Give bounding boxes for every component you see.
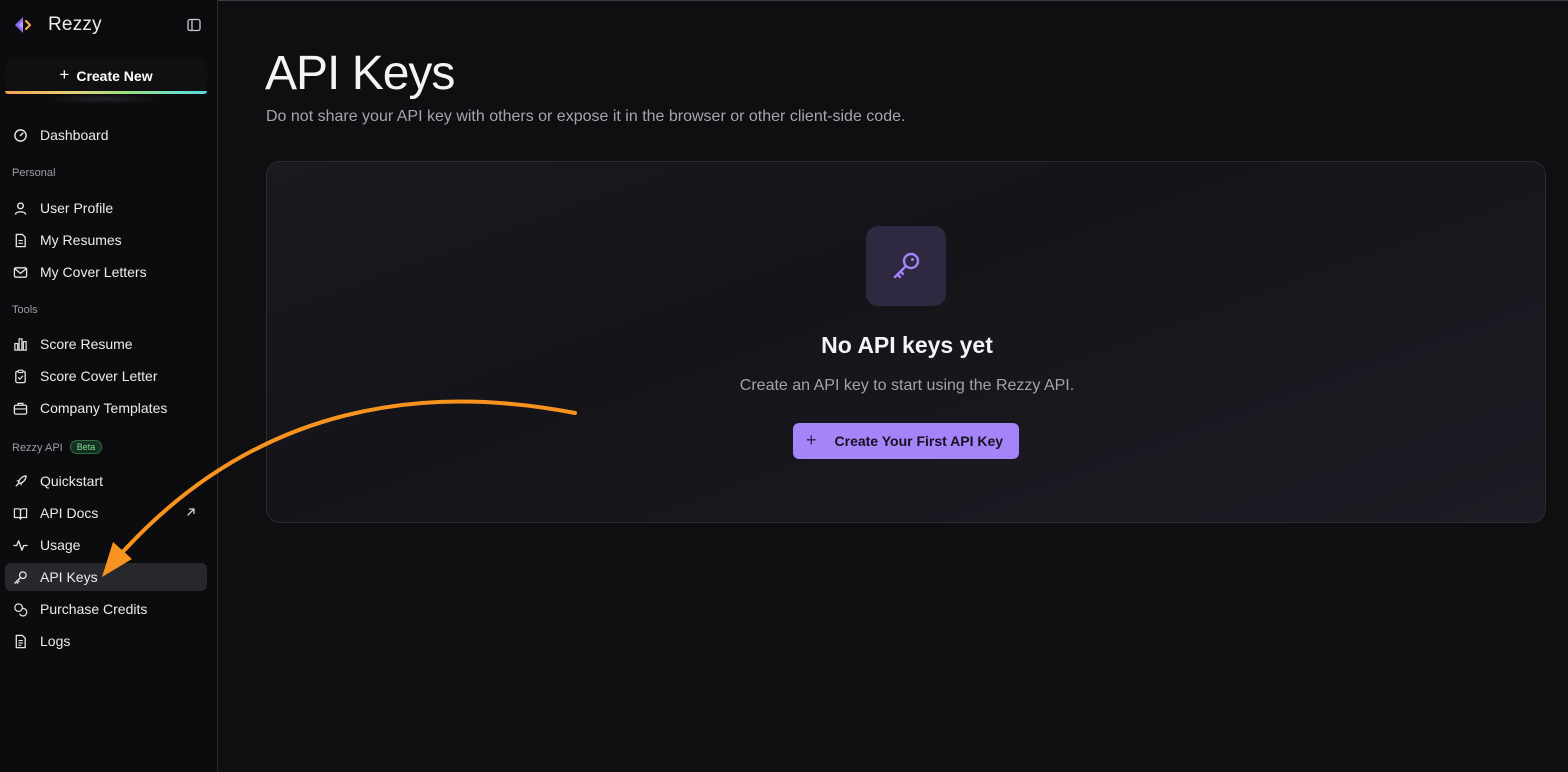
user-icon xyxy=(12,200,28,216)
sidebar-item-score-cover-letter[interactable]: Score Cover Letter xyxy=(5,362,207,390)
sidebar-item-usage[interactable]: Usage xyxy=(5,531,207,559)
page-subtitle: Do not share your API key with others or… xyxy=(266,108,906,125)
key-icon xyxy=(12,569,28,585)
sidebar-item-label: Score Cover Letter xyxy=(40,368,158,384)
sidebar-item-label: API Docs xyxy=(40,505,99,521)
sidebar-item-my-resumes[interactable]: My Resumes xyxy=(5,226,207,254)
file-text-icon xyxy=(12,633,28,649)
mail-icon xyxy=(12,264,28,280)
coins-icon xyxy=(12,601,28,617)
beta-badge: Beta xyxy=(69,440,103,454)
rezzy-logo-icon xyxy=(15,17,32,33)
activity-icon xyxy=(12,537,28,553)
sidebar-item-label: Quickstart xyxy=(40,473,104,489)
sidebar-item-label: Dashboard xyxy=(40,127,109,143)
empty-state-card: No API keys yet Create an API key to sta… xyxy=(266,161,1546,523)
brand-name: Rezzy xyxy=(48,14,102,35)
book-icon xyxy=(12,505,28,521)
sidebar-item-label: Purchase Credits xyxy=(40,601,148,617)
section-label-tools: Tools xyxy=(12,304,38,316)
sidebar-item-user-profile[interactable]: User Profile xyxy=(5,194,207,222)
sidebar-item-my-cover-letters[interactable]: My Cover Letters xyxy=(5,258,207,286)
sidebar-item-purchase-credits[interactable]: Purchase Credits xyxy=(5,595,207,623)
key-icon xyxy=(893,252,920,279)
sidebar-item-api-keys[interactable]: API Keys xyxy=(5,563,207,591)
empty-state-title: No API keys yet xyxy=(821,332,993,358)
sidebar-item-label: Usage xyxy=(40,537,81,553)
clipboard-icon xyxy=(12,368,28,384)
document-icon xyxy=(12,232,28,248)
plus-icon: + xyxy=(806,429,817,450)
bar-chart-icon xyxy=(12,336,28,352)
page-title: API Keys xyxy=(265,47,455,100)
empty-state-icon-tile xyxy=(866,226,946,306)
sidebar-item-label: Score Resume xyxy=(40,336,133,352)
sidebar-item-dashboard[interactable]: Dashboard xyxy=(5,121,207,149)
create-new-label: Create New xyxy=(76,67,153,84)
window-top-border xyxy=(0,0,1568,1)
empty-state-description: Create an API key to start using the Rez… xyxy=(739,377,1075,394)
rocket-icon xyxy=(12,473,28,489)
brand[interactable]: Rezzy xyxy=(12,12,102,38)
plus-icon: + xyxy=(59,64,70,84)
sidebar-item-label: API Keys xyxy=(40,569,98,585)
sidebar-item-company-templates[interactable]: Company Templates xyxy=(5,394,207,422)
create-new-button[interactable]: + Create New xyxy=(5,58,207,94)
sidebar-toggle-icon[interactable] xyxy=(187,18,201,32)
sidebar-item-label: My Resumes xyxy=(40,232,122,248)
gauge-icon xyxy=(12,127,28,143)
create-new-glow xyxy=(45,94,165,104)
sidebar-item-logs[interactable]: Logs xyxy=(5,627,207,655)
section-label-text: Rezzy API xyxy=(12,442,63,454)
section-label-personal: Personal xyxy=(12,167,56,179)
sidebar-item-label: My Cover Letters xyxy=(40,264,147,280)
sidebar: Rezzy + Create New Dashboard Personal Us… xyxy=(0,0,218,772)
sidebar-item-label: Logs xyxy=(40,633,71,649)
sidebar-item-quickstart[interactable]: Quickstart xyxy=(5,467,207,495)
create-first-api-key-button[interactable]: + Create Your First API Key xyxy=(793,423,1019,459)
create-first-api-key-label: Create Your First API Key xyxy=(834,433,1004,449)
external-link-icon xyxy=(187,508,195,516)
sidebar-item-label: Company Templates xyxy=(40,400,168,416)
briefcase-icon xyxy=(12,400,28,416)
sidebar-item-api-docs[interactable]: API Docs xyxy=(5,499,207,527)
sidebar-item-label: User Profile xyxy=(40,200,114,216)
sidebar-item-score-resume[interactable]: Score Resume xyxy=(5,330,207,358)
section-label-rezzy-api: Rezzy API Beta xyxy=(12,440,103,454)
